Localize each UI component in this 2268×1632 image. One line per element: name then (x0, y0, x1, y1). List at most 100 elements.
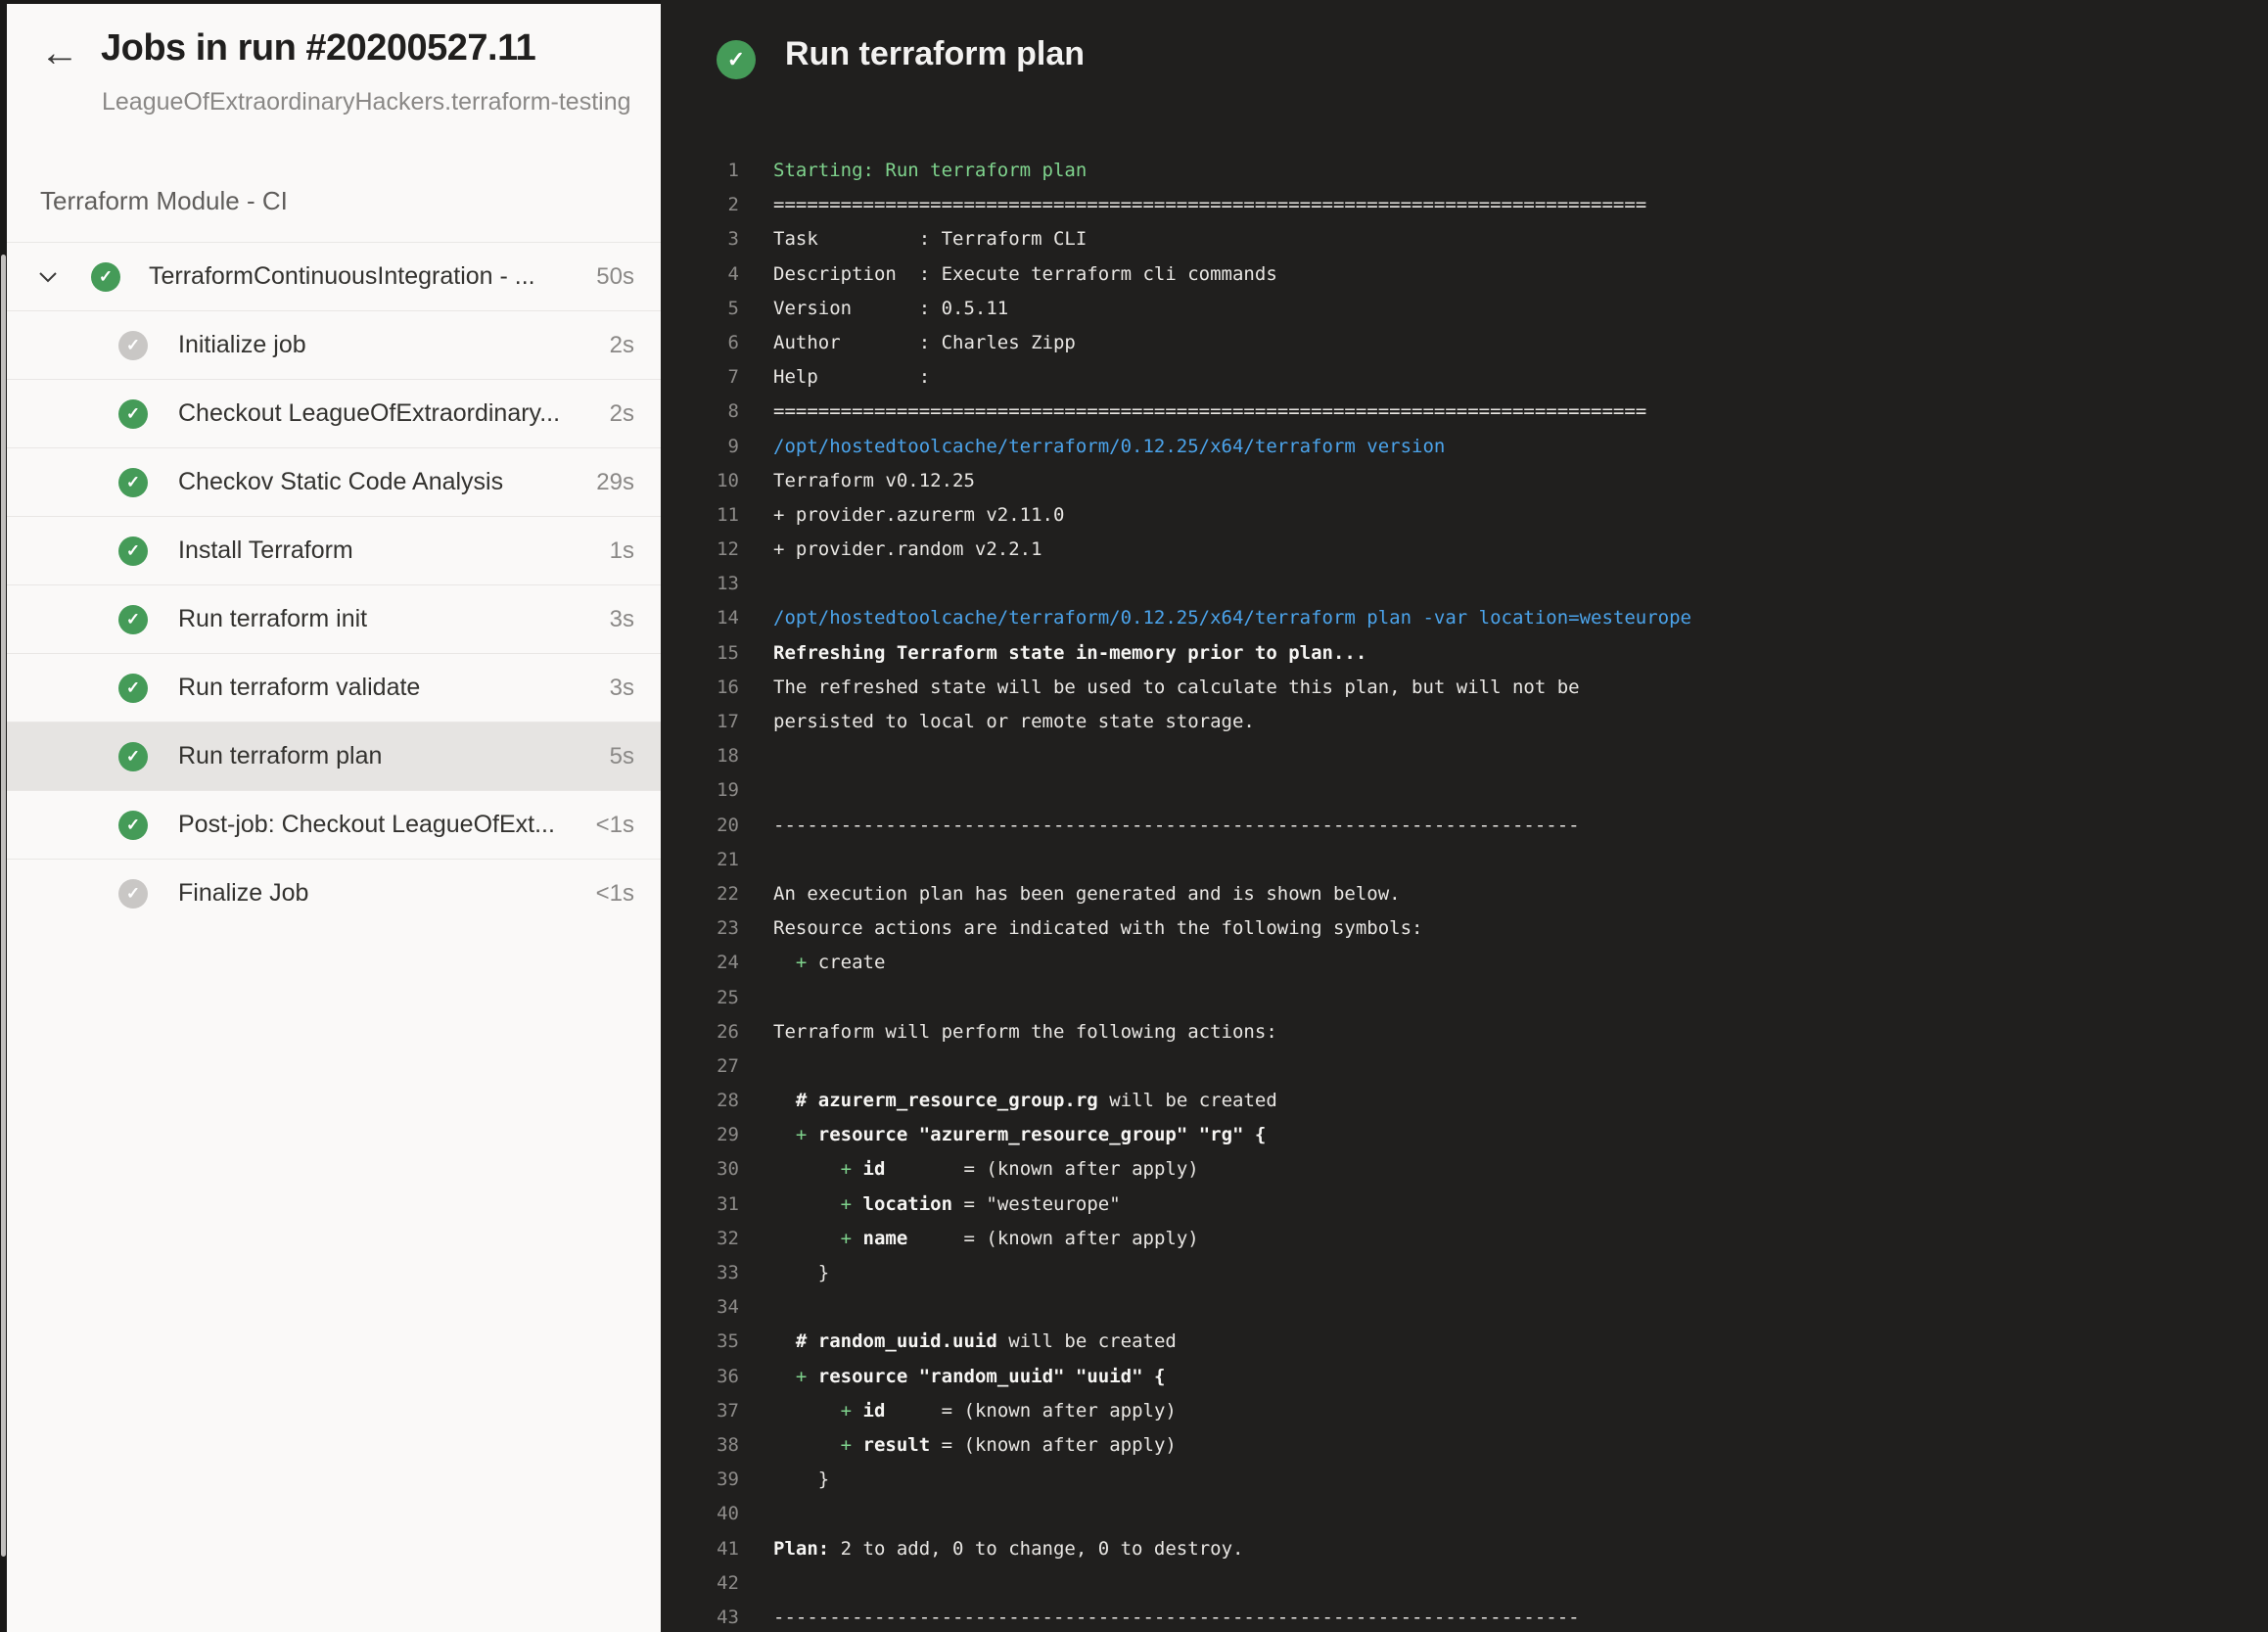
log-line-number[interactable]: 14 (661, 601, 739, 635)
log-line: 21 (661, 843, 2268, 877)
chevron-down-icon[interactable] (36, 265, 60, 289)
log-line-number[interactable]: 35 (661, 1325, 739, 1359)
log-line-number[interactable]: 8 (661, 395, 739, 429)
job-duration: 3s (610, 606, 634, 633)
log-line-text: + id = (known after apply) (739, 1152, 1199, 1187)
log-line-number[interactable]: 24 (661, 946, 739, 980)
job-row[interactable]: ✓TerraformContinuousIntegration - ...50s (7, 242, 661, 310)
job-row[interactable]: ✓Install Terraform1s (7, 516, 661, 584)
job-duration: <1s (596, 812, 634, 839)
log-line: 11+ provider.azurerm v2.11.0 (661, 498, 2268, 533)
log-line-text: } (739, 1256, 829, 1290)
log-line-number[interactable]: 33 (661, 1256, 739, 1290)
log-line-number[interactable]: 31 (661, 1188, 739, 1222)
log-line-number[interactable]: 30 (661, 1152, 739, 1187)
back-button[interactable]: ← (40, 33, 79, 72)
log-line-number[interactable]: 40 (661, 1497, 739, 1531)
log-line-number[interactable]: 6 (661, 326, 739, 360)
job-row[interactable]: ✓Finalize Job<1s (7, 859, 661, 927)
log-line-text (739, 1497, 773, 1531)
log-line-number[interactable]: 20 (661, 809, 739, 843)
log-line-number[interactable]: 38 (661, 1428, 739, 1463)
job-row[interactable]: ✓Initialize job2s (7, 310, 661, 379)
job-duration: <1s (596, 880, 634, 908)
step-header: ✓ Run terraform plan (661, 0, 2268, 154)
log-line-number[interactable]: 34 (661, 1290, 739, 1325)
log-line-number[interactable]: 10 (661, 464, 739, 498)
log-line: 6Author : Charles Zipp (661, 326, 2268, 360)
log-line-text (739, 567, 773, 601)
log-line-number[interactable]: 39 (661, 1463, 739, 1497)
log-line-number[interactable]: 43 (661, 1601, 739, 1632)
log-line-number[interactable]: 37 (661, 1394, 739, 1428)
log-line-number[interactable]: 17 (661, 705, 739, 739)
success-check-icon: ✓ (717, 40, 756, 79)
log-line-number[interactable]: 27 (661, 1049, 739, 1084)
scrollbar-thumb[interactable] (1, 255, 6, 1557)
log-line-text: /opt/hostedtoolcache/terraform/0.12.25/x… (739, 430, 1445, 464)
log-line: 41Plan: 2 to add, 0 to change, 0 to dest… (661, 1532, 2268, 1566)
log-line-text: ----------------------------------------… (739, 1601, 1580, 1632)
log-line-number[interactable]: 15 (661, 636, 739, 671)
log-line-text (739, 981, 773, 1015)
log-line-number[interactable]: 18 (661, 739, 739, 773)
log-line-number[interactable]: 21 (661, 843, 739, 877)
success-check-icon: ✓ (118, 605, 148, 634)
log-line-text: + resource "random_uuid" "uuid" { (739, 1360, 1165, 1394)
log-line-number[interactable]: 25 (661, 981, 739, 1015)
log-line-number[interactable]: 7 (661, 360, 739, 395)
log-line: 37 + id = (known after apply) (661, 1394, 2268, 1428)
log-line: 35 # random_uuid.uuid will be created (661, 1325, 2268, 1359)
log-line-text: Terraform v0.12.25 (739, 464, 975, 498)
log-line-number[interactable]: 22 (661, 877, 739, 911)
log-line-number[interactable]: 13 (661, 567, 739, 601)
log-line-number[interactable]: 5 (661, 292, 739, 326)
log-line-number[interactable]: 3 (661, 222, 739, 256)
log-line-number[interactable]: 19 (661, 773, 739, 808)
log-line-number[interactable]: 23 (661, 911, 739, 946)
job-label: Post-job: Checkout LeagueOfExt... (178, 811, 596, 839)
log-line-text: An execution plan has been generated and… (739, 877, 1401, 911)
log-line: 22An execution plan has been generated a… (661, 877, 2268, 911)
log-line-number[interactable]: 1 (661, 154, 739, 188)
log-line-number[interactable]: 29 (661, 1118, 739, 1152)
log-line: 43--------------------------------------… (661, 1601, 2268, 1632)
log-line-text: Resource actions are indicated with the … (739, 911, 1422, 946)
log-line-text: Terraform will perform the following act… (739, 1015, 1277, 1049)
log-line-text: + name = (known after apply) (739, 1222, 1199, 1256)
log-line-number[interactable]: 16 (661, 671, 739, 705)
log-line-text (739, 1049, 773, 1084)
log-line-number[interactable]: 9 (661, 430, 739, 464)
job-row[interactable]: ✓Post-job: Checkout LeagueOfExt...<1s (7, 790, 661, 859)
log-line: 16The refreshed state will be used to ca… (661, 671, 2268, 705)
log-line-number[interactable]: 12 (661, 533, 739, 567)
log-line-number[interactable]: 4 (661, 257, 739, 292)
job-row[interactable]: ✓Run terraform plan5s (7, 722, 661, 790)
log-line-number[interactable]: 42 (661, 1566, 739, 1601)
log-line-number[interactable]: 32 (661, 1222, 739, 1256)
job-row[interactable]: ✓Checkout LeagueOfExtraordinary...2s (7, 379, 661, 447)
log-line-number[interactable]: 28 (661, 1084, 739, 1118)
log-line-text: # azurerm_resource_group.rg will be crea… (739, 1084, 1277, 1118)
log-line-number[interactable]: 2 (661, 188, 739, 222)
job-row[interactable]: ✓Run terraform init3s (7, 584, 661, 653)
log-line: 3Task : Terraform CLI (661, 222, 2268, 256)
job-row[interactable]: ✓Run terraform validate3s (7, 653, 661, 722)
log-line-text: ----------------------------------------… (739, 809, 1580, 843)
log-line: 2=======================================… (661, 188, 2268, 222)
log-line-text: Version : 0.5.11 (739, 292, 1008, 326)
job-row[interactable]: ✓Checkov Static Code Analysis29s (7, 447, 661, 516)
log-line-number[interactable]: 36 (661, 1360, 739, 1394)
stage-name: Terraform Module - CI (40, 186, 288, 216)
log-line: 10Terraform v0.12.25 (661, 464, 2268, 498)
log-line-number[interactable]: 26 (661, 1015, 739, 1049)
log-line-text: /opt/hostedtoolcache/terraform/0.12.25/x… (739, 601, 1691, 635)
log-line: 5Version : 0.5.11 (661, 292, 2268, 326)
log-line-text: + result = (known after apply) (739, 1428, 1177, 1463)
log-panel: ✓ Run terraform plan 1Starting: Run terr… (661, 0, 2268, 1632)
job-list: ✓TerraformContinuousIntegration - ...50s… (7, 242, 661, 927)
log-line-number[interactable]: 11 (661, 498, 739, 533)
log-line-number[interactable]: 41 (661, 1532, 739, 1566)
left-scrollbar[interactable] (0, 4, 7, 1632)
log-line-text: + id = (known after apply) (739, 1394, 1177, 1428)
